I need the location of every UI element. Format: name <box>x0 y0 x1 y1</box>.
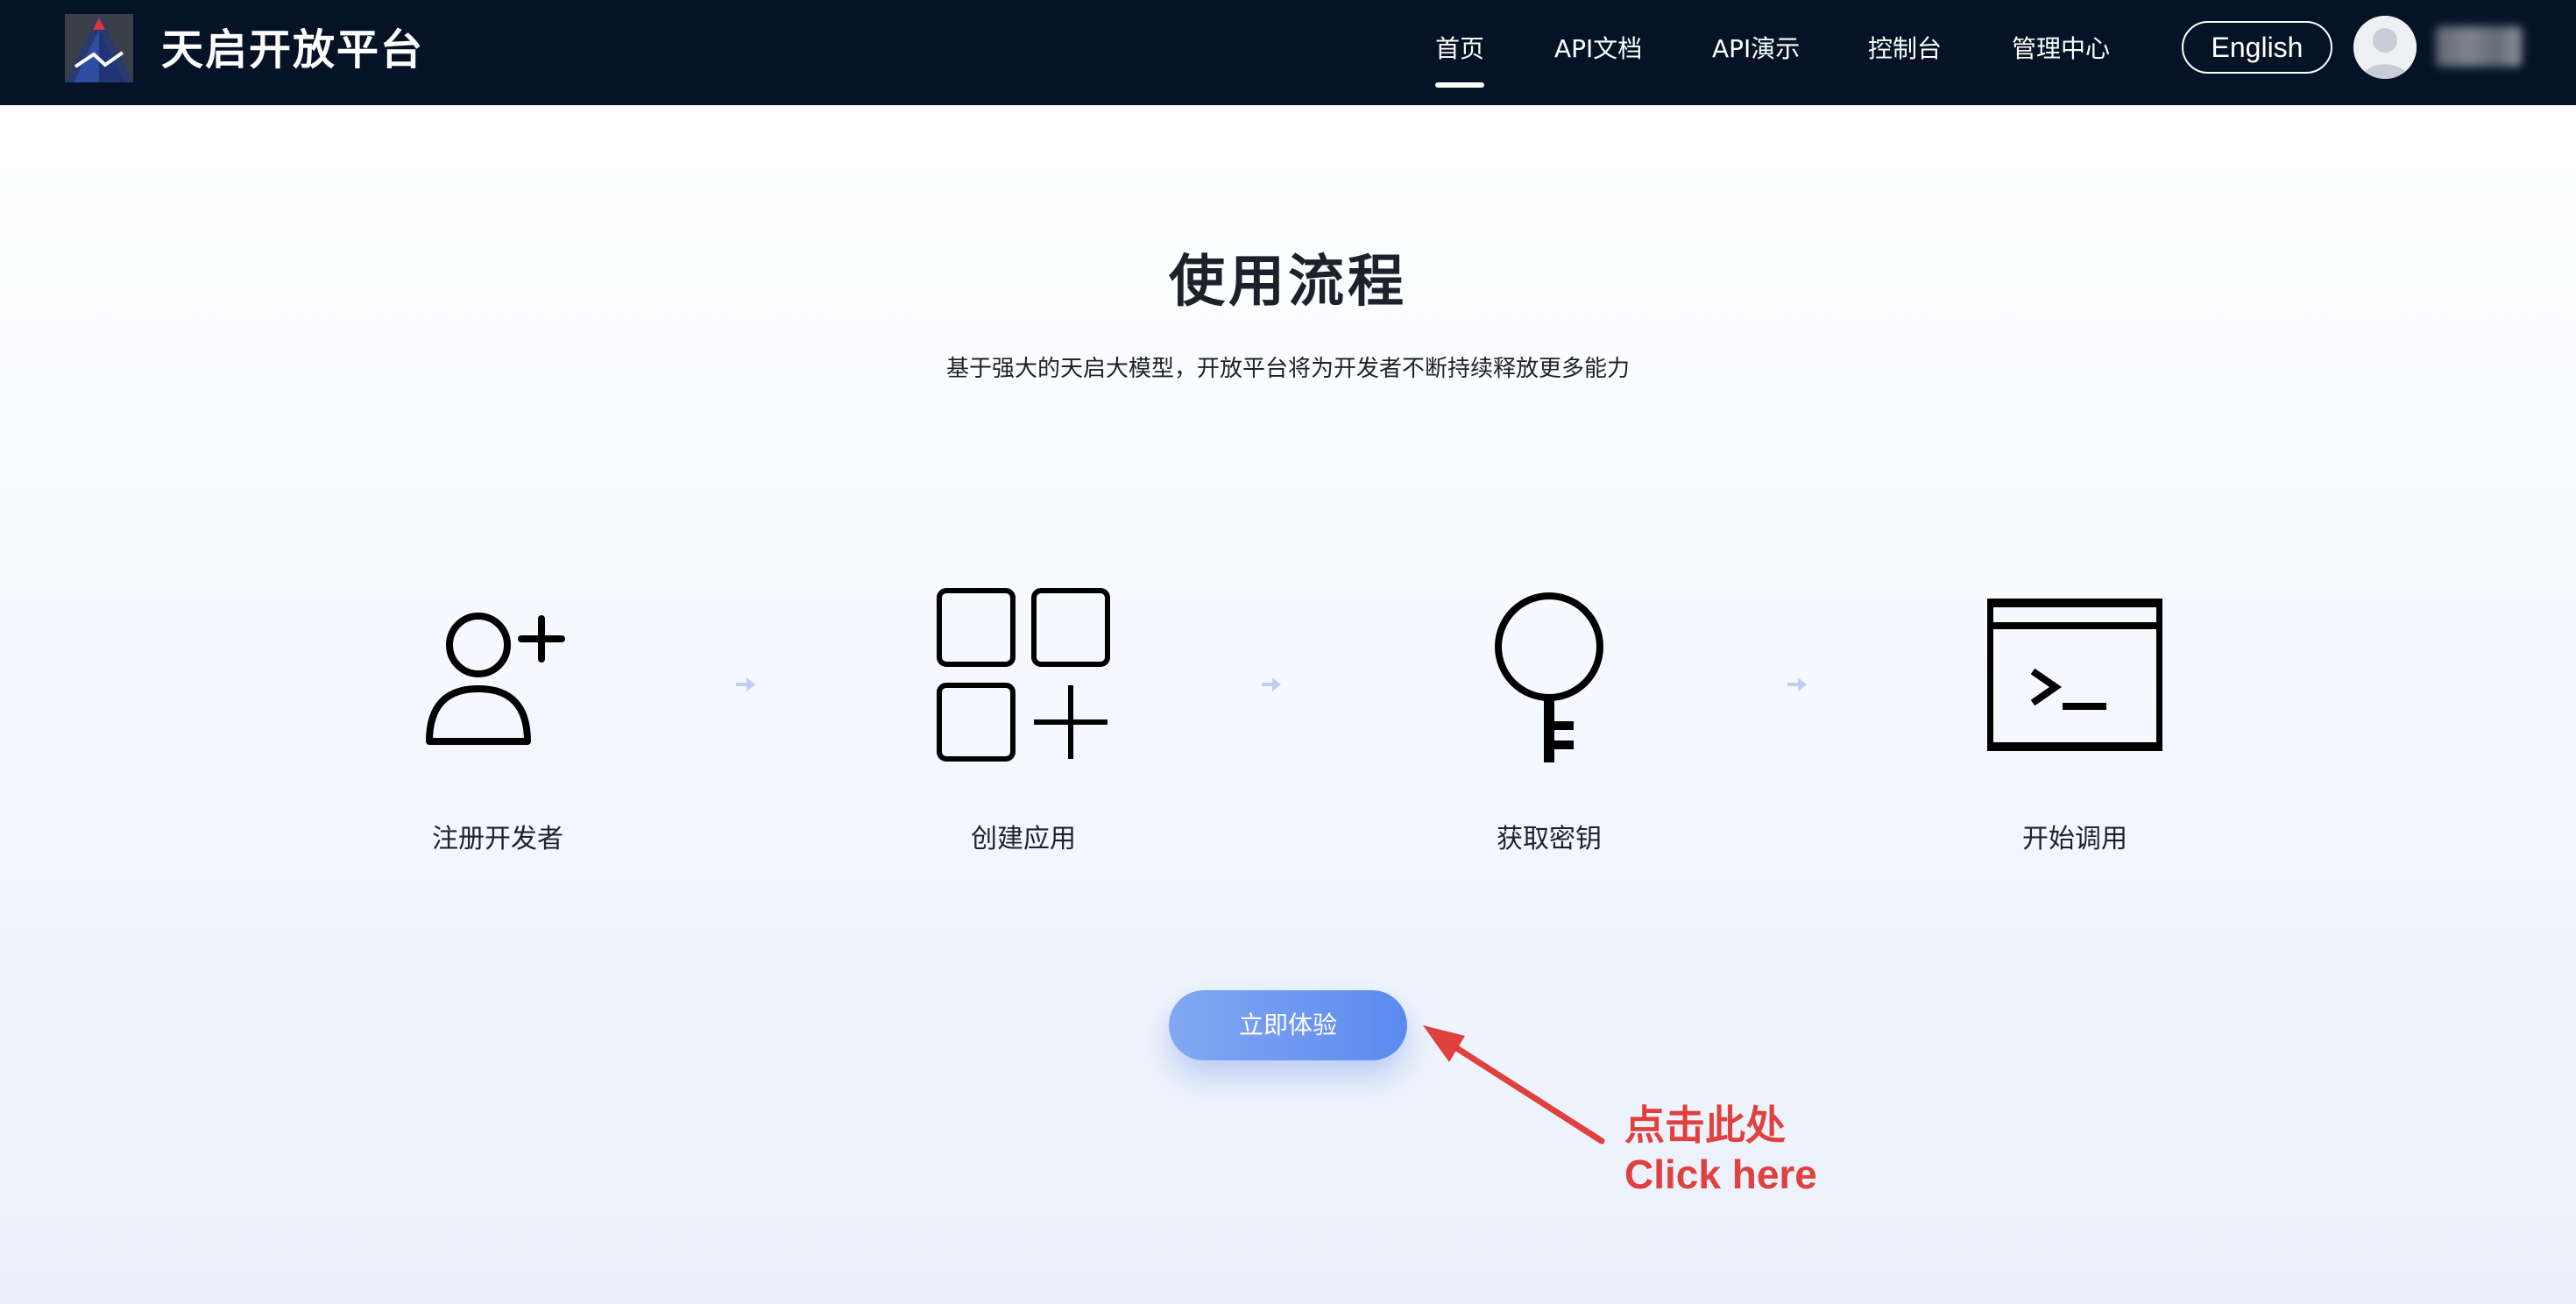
user-silhouette-icon <box>2353 16 2417 79</box>
nav-home[interactable]: 首页 <box>1435 30 1484 68</box>
user-avatar[interactable] <box>2353 16 2417 79</box>
annotation-line-english: Click here <box>1624 1152 1817 1197</box>
grid-square-shape <box>937 683 1016 762</box>
step-label: 注册开发者 <box>432 824 563 854</box>
step-get-key: 获取密钥 <box>1418 587 1681 868</box>
key-icon <box>1495 592 1603 762</box>
platform-brand-name[interactable]: 天启开放平台 <box>161 21 424 79</box>
active-nav-indicator <box>1435 82 1484 88</box>
top-navigation-bar: 天启开放平台 首页 API文档 API演示 控制台 管理中心 English <box>0 0 2576 105</box>
step-create-application: 创建应用 <box>892 587 1155 868</box>
section-title: 使用流程 <box>1169 250 1407 315</box>
platform-logo[interactable] <box>65 14 133 82</box>
step-arrow-icon <box>1787 677 1807 691</box>
step-start-calling: 开始调用 <box>1943 587 2206 868</box>
nav-api-demo[interactable]: API演示 <box>1712 30 1800 68</box>
step-arrow-icon <box>1262 677 1281 691</box>
try-now-button[interactable]: 立即体验 <box>1169 990 1407 1060</box>
grid-square-shape <box>937 588 1016 667</box>
step-register-developer: 注册开发者 <box>366 587 629 868</box>
nav-management-center[interactable]: 管理中心 <box>2012 30 2110 68</box>
step-arrow-icon <box>736 677 755 691</box>
add-user-icon <box>426 613 565 745</box>
nav-api-docs[interactable]: API文档 <box>1554 30 1642 68</box>
language-switch-button[interactable]: English <box>2182 21 2332 74</box>
step-label: 创建应用 <box>971 824 1076 854</box>
annotation-arrow-icon <box>1423 1025 1605 1145</box>
step-label: 开始调用 <box>2022 824 2127 854</box>
nav-console[interactable]: 控制台 <box>1868 30 1942 68</box>
apps-add-icon <box>937 588 1110 762</box>
section-subtitle: 基于强大的天启大模型，开放平台将为开发者不断持续释放更多能力 <box>945 356 1630 382</box>
terminal-icon <box>1987 599 2162 751</box>
annotation-line-chinese: 点击此处 <box>1624 1102 1786 1148</box>
click-here-annotation: 点击此处 Click here <box>1624 1101 1887 1199</box>
grid-square-shape <box>1031 588 1110 667</box>
step-label: 获取密钥 <box>1497 824 1602 854</box>
username-redacted[interactable] <box>2436 26 2522 67</box>
